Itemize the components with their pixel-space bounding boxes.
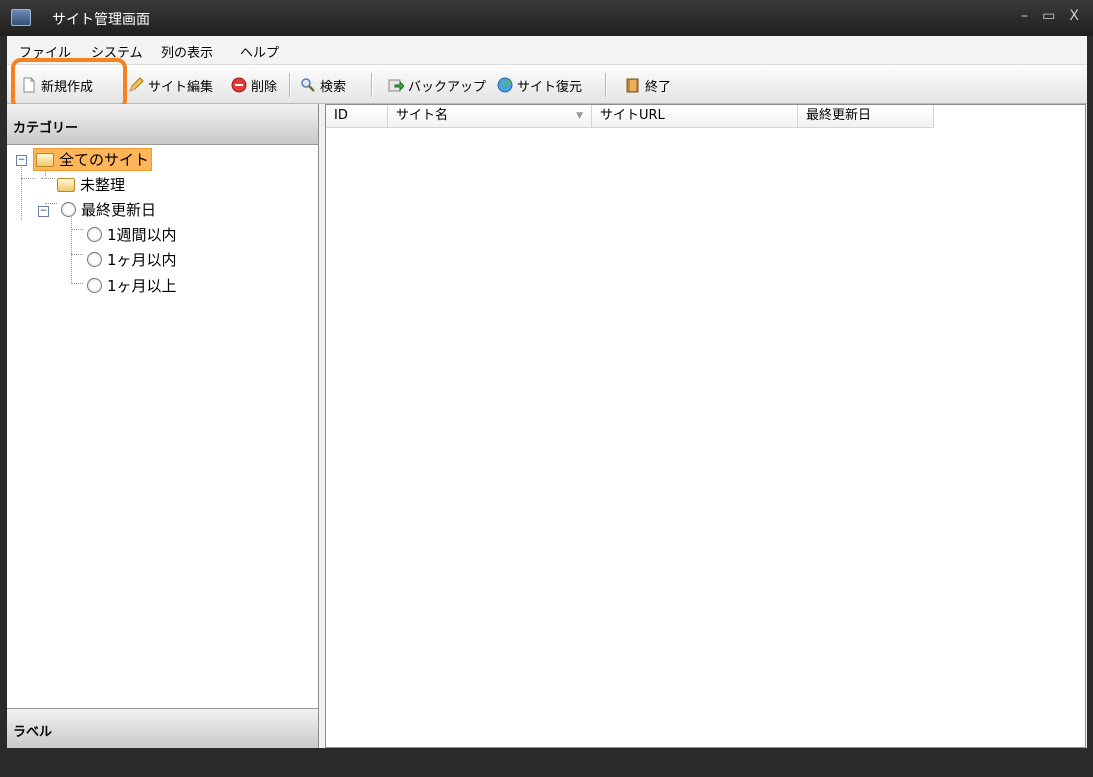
toolbar-separator — [605, 73, 607, 97]
tree-line — [41, 178, 55, 179]
site-list-grid: ID サイト名 ▼ サイトURL 最終更新日 — [325, 104, 1086, 748]
toolbar: 新規作成 サイト編集 削除 検索 バックアップ サイト復元 終了 — [7, 65, 1087, 104]
column-header-id-label: ID — [334, 108, 348, 123]
collapse-all-sites-toggle[interactable]: − — [16, 155, 27, 166]
tree-item-within-week-label: 1週間以内 — [107, 226, 177, 244]
menu-bar: ファイル システム 列の表示 ヘルプ — [7, 36, 1087, 65]
exit-button[interactable]: 終了 — [625, 74, 671, 96]
minimize-button[interactable]: – — [1021, 8, 1028, 24]
status-bar — [7, 748, 1087, 769]
search-label: 検索 — [320, 79, 347, 95]
tree-item-unsorted[interactable]: 未整理 — [57, 174, 125, 195]
toolbar-separator — [371, 73, 373, 97]
restore-site-label: サイト復元 — [517, 79, 583, 95]
grid-header: ID サイト名 ▼ サイトURL 最終更新日 — [326, 105, 934, 128]
backup-icon — [388, 77, 405, 93]
tree-item-over-month-label: 1ヶ月以上 — [107, 277, 177, 295]
folder-icon — [57, 177, 75, 192]
column-header-id[interactable]: ID — [326, 105, 388, 127]
window-title: サイト管理画面 — [52, 12, 150, 28]
column-header-last-updated[interactable]: 最終更新日 — [798, 105, 934, 127]
label-pane-title: ラベル — [13, 725, 53, 740]
app-icon — [11, 9, 31, 26]
pencil-icon — [128, 77, 144, 93]
tree-line — [71, 229, 83, 230]
tree-item-within-month-label: 1ヶ月以内 — [107, 251, 177, 269]
tree-line — [71, 212, 72, 284]
column-header-site-url-label: サイトURL — [600, 108, 665, 123]
tree-item-all-sites-label: 全てのサイト — [59, 151, 150, 169]
tree-item-last-updated[interactable]: 最終更新日 — [61, 199, 156, 220]
menu-help[interactable]: ヘルプ — [240, 42, 279, 61]
collapse-last-updated-toggle[interactable]: − — [38, 206, 49, 217]
search-button[interactable]: 検索 — [300, 74, 346, 96]
title-bar: サイト管理画面 – ▭ X — [0, 0, 1093, 36]
tree-item-within-month[interactable]: 1ヶ月以内 — [87, 249, 177, 270]
tree-line — [21, 178, 35, 179]
clock-icon — [87, 252, 102, 267]
tree-line — [45, 203, 57, 204]
maximize-button[interactable]: ▭ — [1042, 8, 1055, 24]
close-button[interactable]: X — [1069, 8, 1079, 24]
menu-columns[interactable]: 列の表示 — [161, 42, 213, 61]
tree-line — [71, 254, 83, 255]
category-pane-title: カテゴリー — [13, 121, 79, 136]
category-pane: カテゴリー − 全てのサイト 未整理 − 最終更新日 1週間以内 1ヶ月以内 1… — [7, 104, 319, 749]
tree-item-last-updated-label: 最終更新日 — [81, 201, 157, 219]
label-pane-header[interactable]: ラベル — [7, 708, 318, 749]
tree-line — [21, 160, 22, 220]
column-header-site-name-label: サイト名 — [396, 108, 449, 123]
tree-item-all-sites[interactable]: 全てのサイト — [33, 148, 153, 171]
sort-descending-icon: ▼ — [576, 111, 583, 121]
clock-icon — [61, 202, 76, 217]
clock-icon — [87, 227, 102, 242]
column-header-site-name[interactable]: サイト名 ▼ — [388, 105, 592, 127]
column-header-site-url[interactable]: サイトURL — [592, 105, 798, 127]
globe-icon — [497, 77, 513, 93]
delete-button[interactable]: 削除 — [231, 74, 277, 96]
backup-button[interactable]: バックアップ — [388, 74, 486, 96]
delete-label: 削除 — [251, 79, 278, 95]
highlight-annotation — [11, 58, 127, 110]
backup-label: バックアップ — [408, 79, 487, 95]
category-pane-header: カテゴリー — [7, 104, 318, 145]
window-controls: – ▭ X — [1021, 8, 1079, 24]
restore-site-button[interactable]: サイト復元 — [497, 74, 582, 96]
edit-site-label: サイト編集 — [148, 79, 214, 95]
column-header-last-updated-label: 最終更新日 — [806, 108, 872, 123]
exit-label: 終了 — [645, 79, 672, 95]
folder-icon — [36, 152, 54, 167]
door-icon — [625, 77, 641, 93]
tree-item-over-month[interactable]: 1ヶ月以上 — [87, 275, 177, 296]
clock-icon — [87, 278, 102, 293]
tree-item-unsorted-label: 未整理 — [80, 176, 126, 194]
app-frame: ファイル システム 列の表示 ヘルプ 新規作成 サイト編集 削除 検索 バックア… — [7, 36, 1087, 769]
edit-site-button[interactable]: サイト編集 — [128, 74, 213, 96]
search-icon — [300, 77, 316, 93]
delete-icon — [231, 77, 247, 93]
toolbar-separator — [289, 73, 291, 97]
tree-item-within-week[interactable]: 1週間以内 — [87, 224, 177, 245]
tree-line — [71, 283, 83, 284]
